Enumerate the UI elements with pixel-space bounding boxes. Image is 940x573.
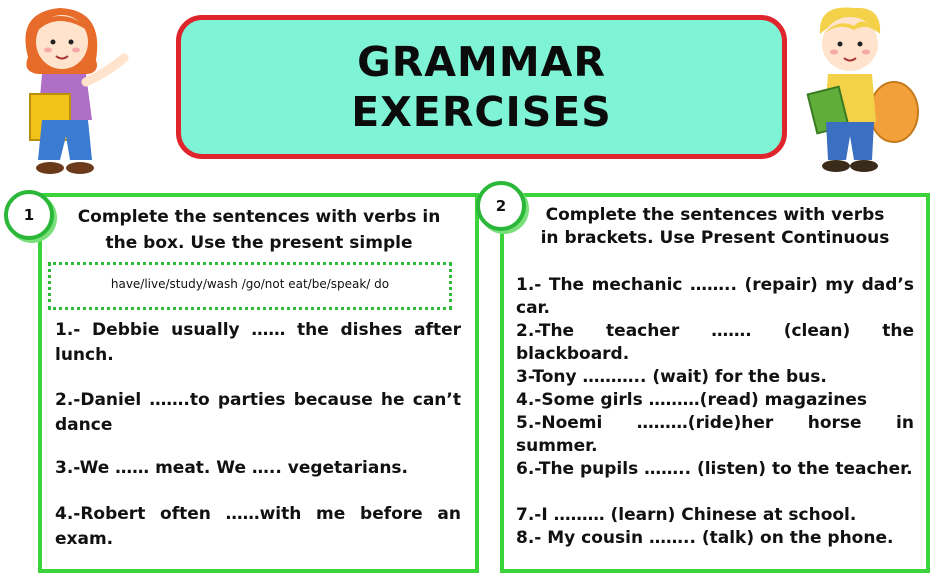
exercise-2-sentence: 1.- The mechanic …….. (repair) my dad’s … bbox=[516, 275, 914, 318]
exercise-1-sentence: 3.-We …… meat. We ….. vegetarians. bbox=[55, 458, 409, 478]
exercise-2-instruction: Complete the sentences with verbs in bra… bbox=[515, 204, 915, 250]
boy-illustration bbox=[806, 7, 919, 172]
exercise-2-sentence: 2.-The teacher ……. (clean) the blackboar… bbox=[516, 321, 914, 364]
title-line-2: EXERCISES bbox=[351, 88, 612, 136]
instruction-line: the box. Use the present simple bbox=[105, 233, 413, 253]
exercise-2-sentence: 6.-The pupils …….. (listen) to the teach… bbox=[516, 459, 913, 479]
title-line-1: GRAMMAR bbox=[357, 38, 606, 86]
instruction-line: Complete the sentences with verbs bbox=[545, 205, 885, 225]
instruction-line: Complete the sentences with verbs in bbox=[77, 207, 441, 227]
girl-illustration bbox=[25, 8, 129, 174]
exercise-2-sentence: 4.-Some girls ………(read) magazines bbox=[516, 390, 867, 410]
word-box: have/live/study/wash /go/not eat/be/spea… bbox=[48, 262, 452, 310]
instruction-line: in brackets. Use Present Continuous bbox=[540, 228, 890, 248]
exercise-2-sentence: 8.- My cousin …….. (talk) on the phone. bbox=[516, 528, 894, 548]
exercise-2-sentence: 5.-Noemi ………(ride)her horse in summer. bbox=[516, 413, 914, 456]
exercise-1-number-badge: 1 bbox=[4, 190, 54, 240]
exercise-1-sentence: 4.-Robert often ……with me before an exam… bbox=[55, 504, 461, 549]
exercise-1-instruction: Complete the sentences with verbs in the… bbox=[52, 204, 466, 256]
exercise-1-sentence: 1.- Debbie usually …… the dishes after l… bbox=[55, 320, 461, 365]
exercise-1-sentence: 2.-Daniel …….to parties because he can’t… bbox=[55, 390, 461, 435]
exercise-2-sentence: 3-Tony ……….. (wait) for the bus. bbox=[516, 367, 827, 387]
exercise-2-sentence: 7.-I ……… (learn) Chinese at school. bbox=[516, 505, 857, 525]
title-banner: GRAMMAR EXERCISES bbox=[176, 15, 787, 159]
